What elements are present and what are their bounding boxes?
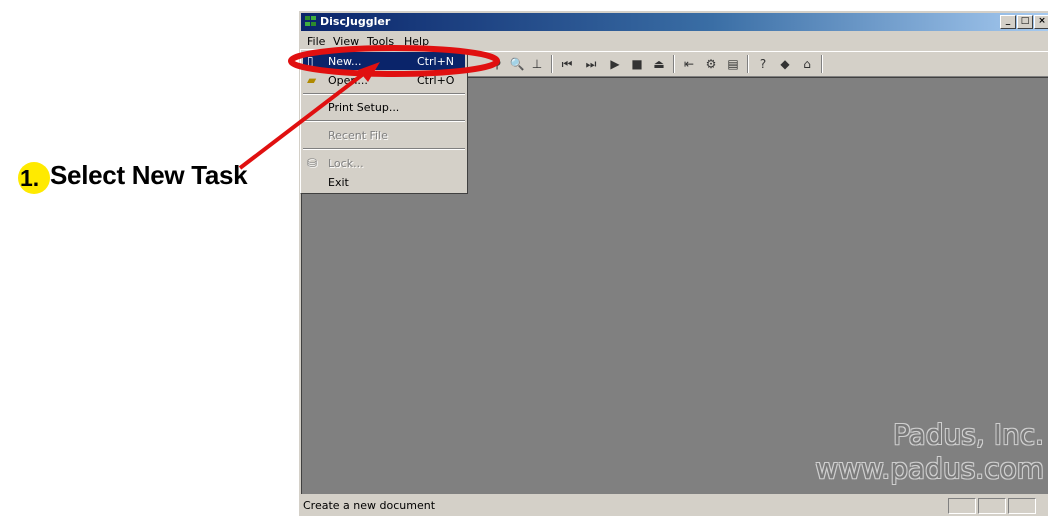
skip-forward-icon[interactable]: ⏭ bbox=[583, 56, 599, 72]
new-document-icon: ▯ bbox=[307, 54, 314, 68]
menu-item-label: Print Setup... bbox=[328, 101, 400, 114]
menu-separator bbox=[303, 120, 465, 122]
book-icon[interactable]: ◆ bbox=[777, 56, 793, 72]
menu-item-label: Recent File bbox=[328, 129, 388, 142]
minimize-button[interactable]: _ bbox=[1000, 15, 1016, 29]
menu-separator bbox=[303, 148, 465, 150]
status-panel bbox=[948, 498, 976, 514]
menu-item-print-setup[interactable]: Print Setup... bbox=[303, 98, 465, 116]
close-button[interactable]: × bbox=[1034, 15, 1048, 29]
watermark-url: www.padus.com bbox=[815, 452, 1044, 485]
eject-icon[interactable]: ⏏ bbox=[651, 56, 667, 72]
menu-separator bbox=[303, 93, 465, 95]
folder-open-icon: ▰ bbox=[307, 73, 317, 87]
tools-icon[interactable]: ⚙ bbox=[703, 56, 719, 72]
menu-item-shortcut: Ctrl+N bbox=[417, 55, 455, 68]
menu-bar: File View Tools Help bbox=[301, 32, 1048, 50]
menu-item-new[interactable]: ▯ New... Ctrl+N bbox=[303, 52, 465, 70]
maximize-button[interactable]: □ bbox=[1017, 15, 1033, 29]
menu-item-open[interactable]: ▰ Open... Ctrl+O bbox=[303, 71, 465, 89]
status-panel bbox=[978, 498, 1006, 514]
app-icon bbox=[305, 16, 316, 26]
menu-item-label: Open... bbox=[328, 74, 368, 87]
menu-item-label: New... bbox=[328, 55, 362, 68]
stop-icon[interactable]: ■ bbox=[629, 56, 645, 72]
menu-item-exit[interactable]: Exit bbox=[303, 173, 465, 191]
drive-icon[interactable]: ▤ bbox=[725, 56, 741, 72]
watermark-company: Padus, Inc. bbox=[893, 418, 1044, 451]
open-icon[interactable]: ⚲ bbox=[489, 56, 505, 72]
file-menu-dropdown: ▯ New... Ctrl+N ▰ Open... Ctrl+O Print S… bbox=[300, 49, 468, 194]
step-instruction: Select New Task bbox=[50, 160, 248, 190]
track-icon[interactable]: ⊥ bbox=[529, 56, 545, 72]
menu-view[interactable]: View bbox=[333, 35, 359, 48]
status-bar: Create a new document bbox=[301, 495, 1048, 516]
lock-icon: ⛁ bbox=[307, 156, 318, 170]
help-icon[interactable]: ? bbox=[755, 56, 771, 72]
home-icon[interactable]: ⌂ bbox=[799, 56, 815, 72]
play-icon[interactable]: ▶ bbox=[607, 56, 623, 72]
menu-help[interactable]: Help bbox=[404, 35, 429, 48]
status-text: Create a new document bbox=[303, 499, 436, 512]
step-number-badge: 1. bbox=[18, 162, 50, 194]
menu-item-shortcut: Ctrl+O bbox=[417, 74, 455, 87]
menu-item-label: Exit bbox=[328, 176, 349, 189]
menu-tools[interactable]: Tools bbox=[367, 35, 394, 48]
status-panel bbox=[1008, 498, 1036, 514]
menu-item-label: Lock... bbox=[328, 157, 364, 170]
title-bar[interactable]: DiscJuggler _ □ × bbox=[301, 13, 1048, 31]
menu-file[interactable]: File bbox=[307, 35, 325, 48]
window-title: DiscJuggler bbox=[320, 15, 391, 28]
menu-item-recent-file: Recent File bbox=[303, 126, 465, 144]
menu-item-lock: ⛁ Lock... bbox=[303, 154, 465, 172]
skip-back-icon[interactable]: ⏮ bbox=[559, 56, 575, 72]
search-icon[interactable]: 🔍 bbox=[509, 56, 525, 72]
rewind-icon[interactable]: ⇤ bbox=[681, 56, 697, 72]
